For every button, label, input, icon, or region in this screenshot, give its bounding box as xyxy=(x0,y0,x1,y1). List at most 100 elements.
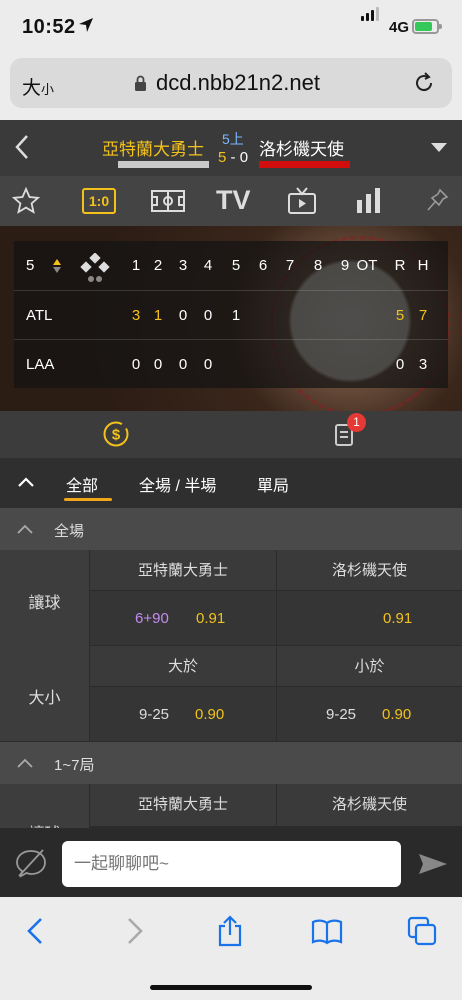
inning-score-cell: 0 xyxy=(203,307,213,324)
inning-header-cell: 7 xyxy=(285,257,295,274)
active-tab-underline xyxy=(64,498,112,501)
handicap-line: 6+90 xyxy=(135,610,169,627)
odds-value: 0.90 xyxy=(382,706,412,723)
home-team-bar xyxy=(118,161,209,168)
odds-header-home: 亞特蘭大勇士 xyxy=(89,784,276,826)
text-size-large: 大 xyxy=(22,78,42,99)
tv-tab[interactable]: TV xyxy=(216,185,251,215)
live-tv-icon[interactable] xyxy=(286,186,318,216)
browser-address-area: 大小 dcd.nbb21n2.net xyxy=(0,52,462,120)
home-indicator xyxy=(150,985,312,990)
section-title: 1~7局 xyxy=(54,757,95,774)
odds-value: 0.90 xyxy=(195,706,225,723)
header-label: 大於 xyxy=(167,658,198,675)
odds-cell-under[interactable]: 9-25 0.90 xyxy=(276,686,462,741)
inning-score-cell: 0 xyxy=(178,356,188,373)
address-bar[interactable]: 大小 dcd.nbb21n2.net xyxy=(10,58,452,108)
score-away: 0 xyxy=(239,149,249,166)
network-type: 4G xyxy=(389,19,410,36)
away-team-bar xyxy=(259,161,350,168)
browser-back-icon[interactable] xyxy=(24,915,46,947)
sort-arrows-icon[interactable] xyxy=(52,258,62,274)
tab-full-half[interactable]: 全場 / 半場 xyxy=(139,472,216,496)
text-size-small: 小 xyxy=(41,82,55,97)
collapse-caret-icon[interactable] xyxy=(17,476,35,488)
inning-header-cell: 4 xyxy=(203,257,213,274)
runs-total-cell: 5 xyxy=(395,307,405,324)
star-icon[interactable] xyxy=(11,186,41,216)
inning-header-cell: 2 xyxy=(153,257,163,274)
away-team-name: 洛杉磯天使 xyxy=(259,140,344,159)
browser-forward-icon[interactable] xyxy=(124,915,146,947)
svg-text:$: $ xyxy=(112,427,121,444)
reload-icon[interactable] xyxy=(412,71,436,95)
inning-header-cell: R xyxy=(394,257,406,274)
inning-header-cell: 9 xyxy=(340,257,350,274)
header-label: 亞特蘭大勇士 xyxy=(137,796,228,813)
inning-score-cell: 0 xyxy=(178,307,188,324)
odds-header-home: 亞特蘭大勇士 xyxy=(89,550,276,592)
share-icon[interactable] xyxy=(216,915,244,947)
current-inning: 5 xyxy=(26,257,35,274)
market-name: 大小 xyxy=(28,690,61,707)
back-chevron-icon[interactable] xyxy=(14,134,30,160)
market-handicap-1-7: 讓球 xyxy=(0,784,89,829)
url-text[interactable]: dcd.nbb21n2.net xyxy=(156,70,320,96)
section-header-full-game[interactable]: 全場 xyxy=(0,508,462,550)
browser-toolbar xyxy=(0,897,462,1000)
notification-badge: 1 xyxy=(347,413,366,432)
section-collapse-icon xyxy=(17,524,33,534)
match-toolbar: 1:0 TV xyxy=(0,176,462,226)
header-label: 洛杉磯天使 xyxy=(331,796,407,813)
scoreboard-row-laa: LAA 000003 xyxy=(14,339,448,388)
odds-cell-handicap-away[interactable]: 0.91 xyxy=(276,590,462,645)
scoreboard: 5 1 2 3 4 5 6 7 8 9 OT R H ATL 3100157 LAA 000003 xyxy=(0,226,462,411)
text-size-button[interactable]: 大小 xyxy=(22,73,54,100)
chat-disabled-icon[interactable] xyxy=(14,847,48,879)
bases-diamond-icon xyxy=(80,253,110,282)
market-over-under: 大小 xyxy=(0,646,89,742)
inning-score-cell: 0 xyxy=(203,356,213,373)
tab-all[interactable]: 全部 xyxy=(66,472,98,496)
inning-score-cell: 3 xyxy=(131,307,141,324)
header-label: 小於 xyxy=(354,658,385,675)
match-header: 亞特蘭大勇士 5上 5 - 0 洛杉磯天使 xyxy=(0,120,462,176)
inning-header-cell: 8 xyxy=(313,257,323,274)
money-icon[interactable]: $ xyxy=(103,421,129,447)
home-team-name: 亞特蘭大勇士 xyxy=(102,140,204,159)
market-name: 讓球 xyxy=(0,820,89,828)
stats-bars-icon[interactable] xyxy=(354,186,384,216)
total-line: 9-25 xyxy=(139,706,170,723)
field-icon[interactable] xyxy=(150,186,186,216)
battery-icon xyxy=(412,19,442,34)
hits-total-cell: 3 xyxy=(418,356,428,373)
chat-input[interactable] xyxy=(62,841,401,887)
inning-score-cell: 0 xyxy=(153,356,163,373)
section-title: 全場 xyxy=(54,523,85,540)
section-collapse-icon xyxy=(17,758,33,768)
odds-cell-handicap-home[interactable]: 6+90 0.91 xyxy=(89,590,276,645)
tab-single-inning[interactable]: 單局 xyxy=(257,472,289,496)
scoreboard-tab[interactable]: 1:0 xyxy=(82,188,116,214)
odds-header-away: 洛杉磯天使 xyxy=(276,550,462,592)
match-score: 5 - 0 xyxy=(218,149,248,166)
send-icon[interactable] xyxy=(418,853,448,875)
location-arrow-icon xyxy=(79,18,93,32)
team-abbr: ATL xyxy=(26,307,53,324)
section-header-innings-1-7[interactable]: 1~7局 xyxy=(0,742,462,784)
bookmarks-icon[interactable] xyxy=(310,915,344,947)
pin-icon[interactable] xyxy=(425,186,451,216)
odds-header-away: 洛杉磯天使 xyxy=(276,784,462,826)
tabs-icon[interactable] xyxy=(406,915,438,947)
odds-header-under: 小於 xyxy=(276,646,462,688)
scoreboard-row-atl: ATL 3100157 xyxy=(14,290,448,339)
odds-value: 0.91 xyxy=(196,610,226,627)
odds-cell-over[interactable]: 9-25 0.90 xyxy=(89,686,276,741)
odds-header-over: 大於 xyxy=(89,646,276,688)
total-line: 9-25 xyxy=(326,706,357,723)
inning-header-cell: H xyxy=(417,257,429,274)
status-bar: 10:52 4G xyxy=(0,0,462,52)
chat-bar xyxy=(0,829,462,897)
dropdown-triangle-icon[interactable] xyxy=(431,143,447,152)
inning-indicator: 5上 xyxy=(222,131,244,147)
